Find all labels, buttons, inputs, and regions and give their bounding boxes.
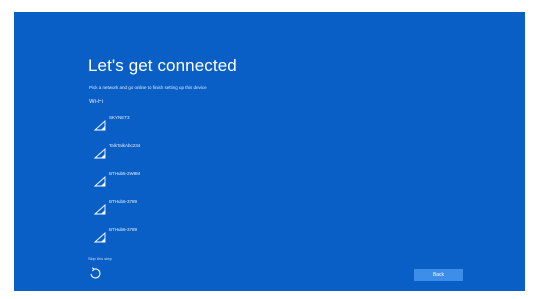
network-item[interactable]: BTHub6-3789 bbox=[94, 199, 254, 215]
page-title: Let's get connected bbox=[88, 56, 237, 75]
wifi-icon bbox=[94, 232, 106, 243]
back-button[interactable]: Back bbox=[414, 269, 463, 281]
ease-of-access-icon[interactable] bbox=[88, 266, 102, 280]
wifi-icon bbox=[94, 176, 106, 187]
network-item[interactable]: TalkTalkAbc234 bbox=[94, 143, 254, 159]
network-name: BTHub5-2W8M bbox=[109, 171, 141, 176]
wifi-icon bbox=[94, 120, 106, 131]
page-subtitle: Pick a network and go online to finish s… bbox=[89, 85, 207, 90]
network-item[interactable]: BTHub6-3789 bbox=[94, 227, 254, 243]
network-name: BTHub6-3789 bbox=[109, 227, 138, 232]
wifi-icon bbox=[94, 204, 106, 215]
network-name: TalkTalkAbc234 bbox=[109, 143, 141, 148]
wifi-section-label: Wi-Fi bbox=[89, 99, 103, 105]
wifi-icon bbox=[94, 148, 106, 159]
network-name: SKYNET3 bbox=[109, 115, 130, 120]
setup-screen: Let's get connected Pick a network and g… bbox=[14, 12, 525, 291]
skip-link[interactable]: Skip this step bbox=[88, 256, 112, 261]
network-name: BTHub6-3789 bbox=[109, 199, 138, 204]
network-item[interactable]: BTHub5-2W8M bbox=[94, 171, 254, 187]
network-item[interactable]: SKYNET3 bbox=[94, 115, 254, 131]
